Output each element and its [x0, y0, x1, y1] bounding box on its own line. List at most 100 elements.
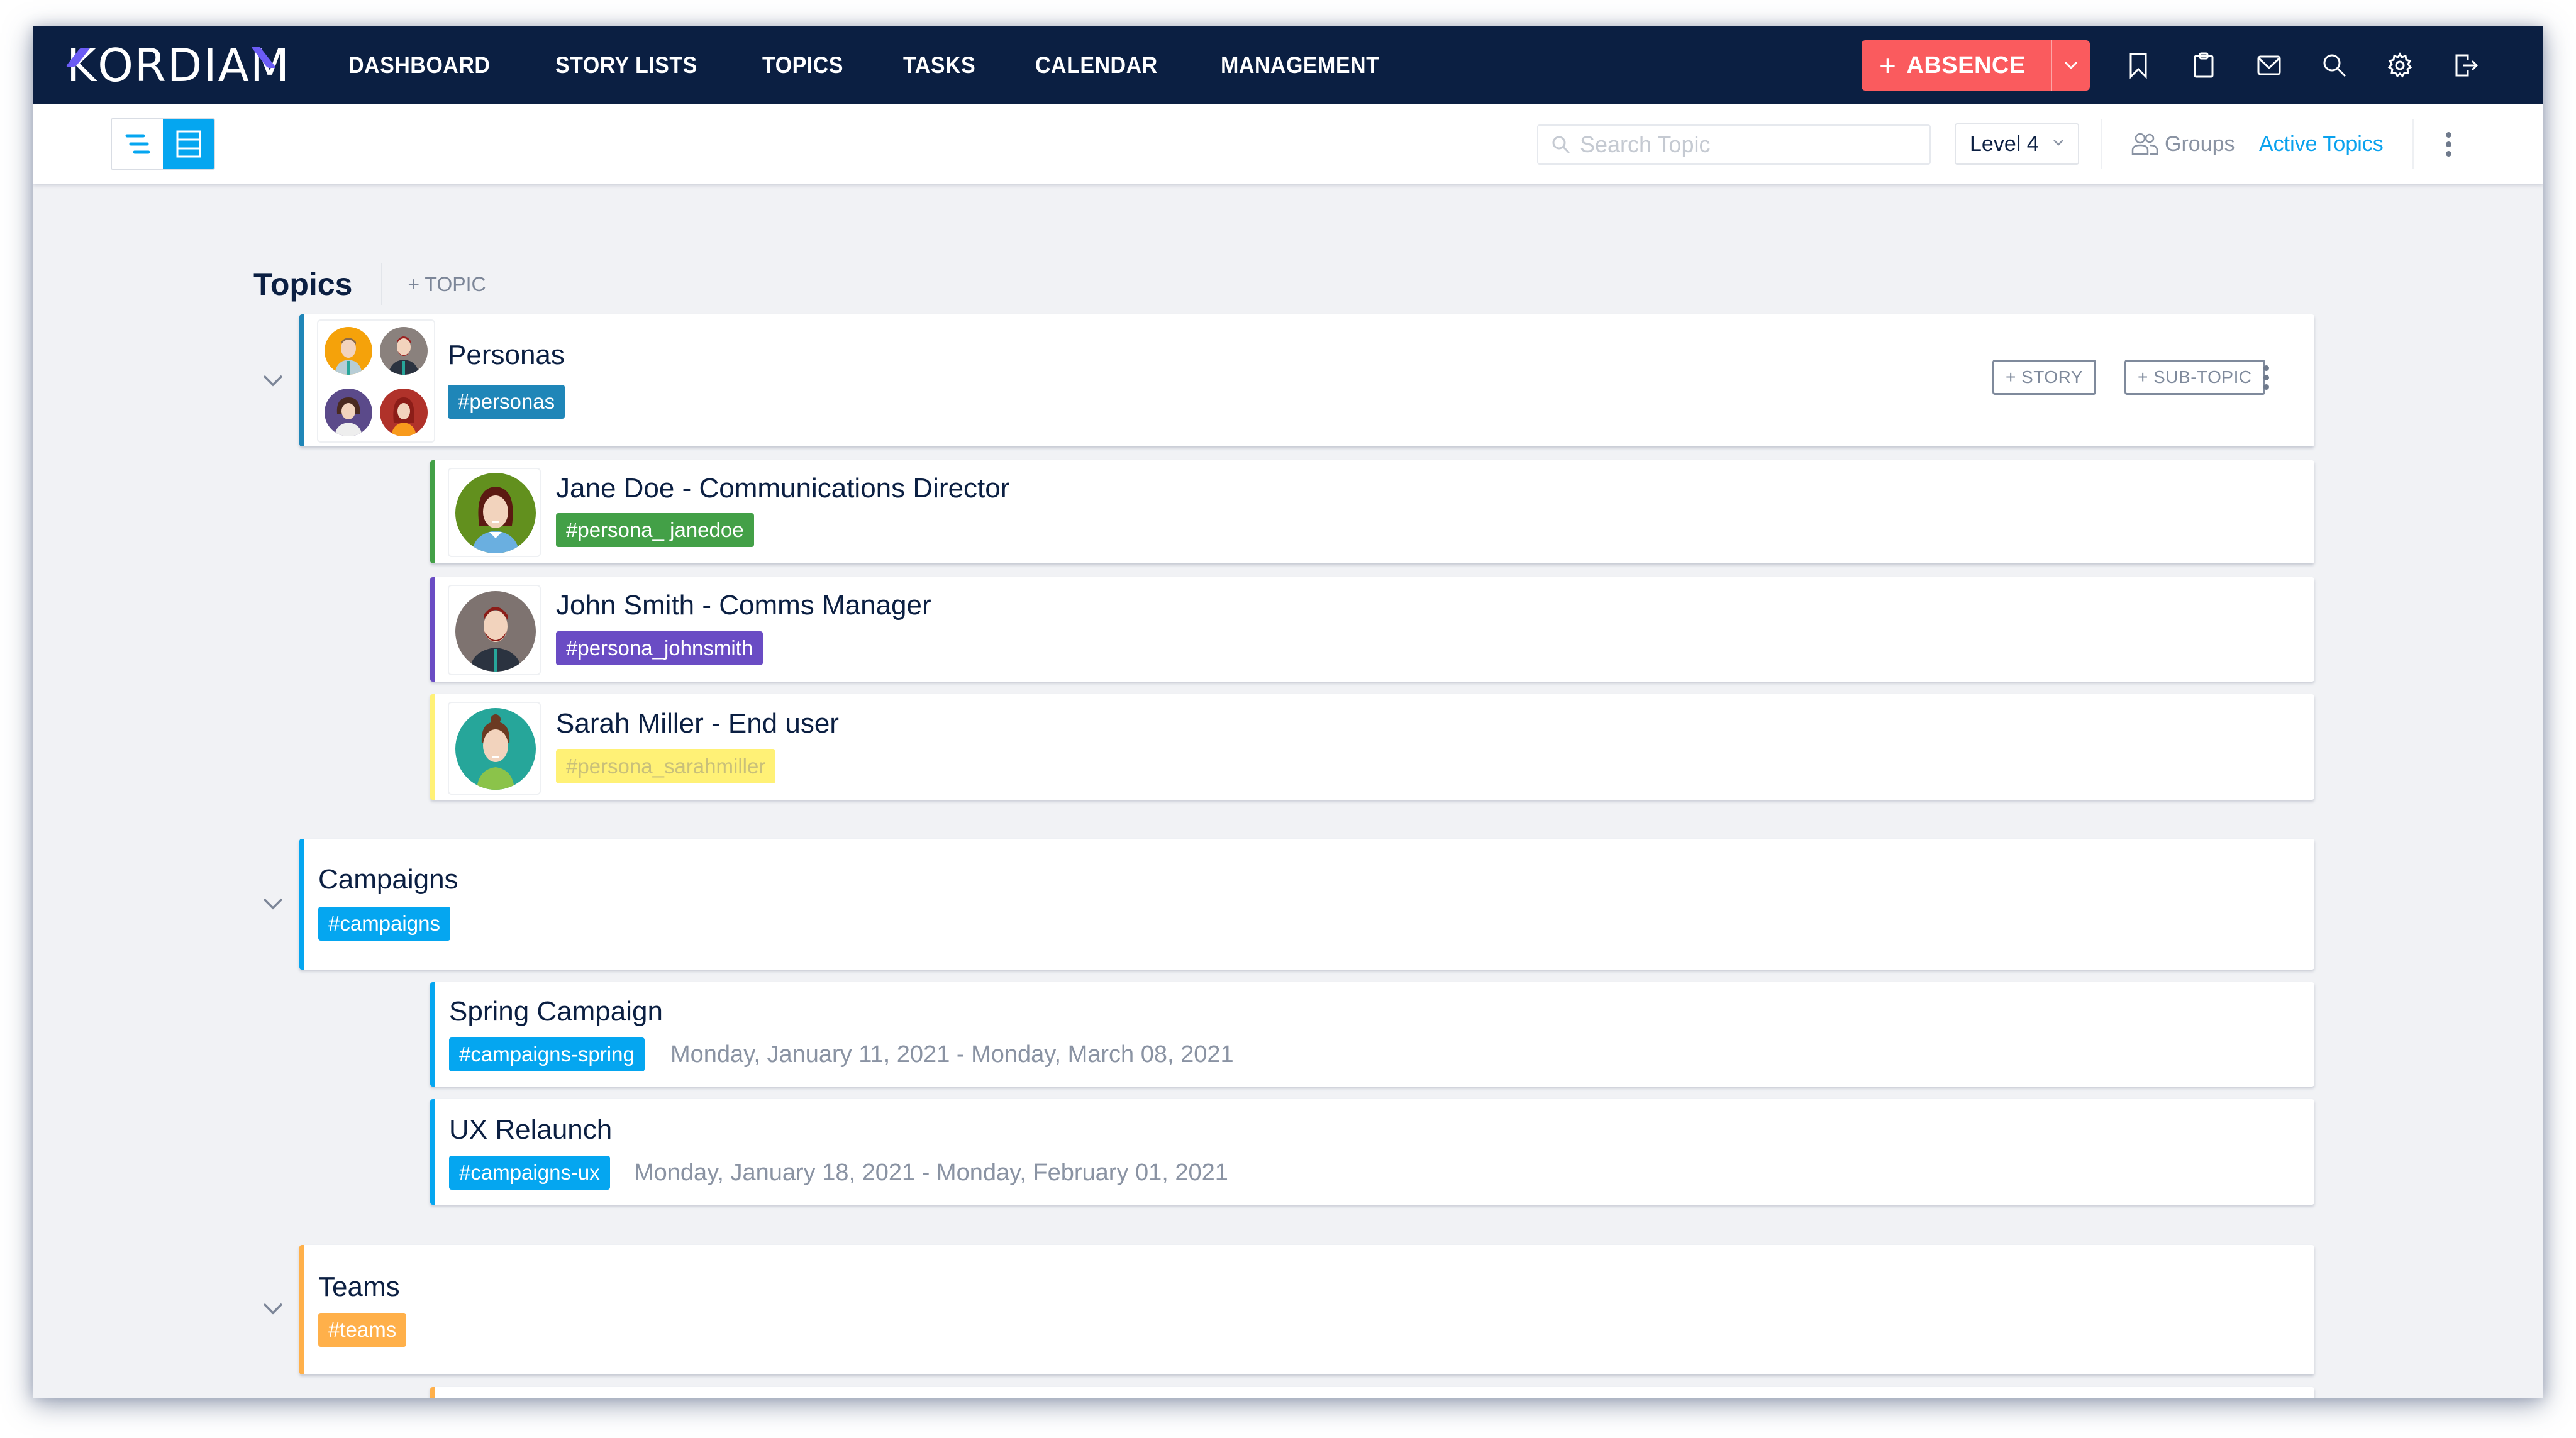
- logo-text-middle: ORDIA: [97, 39, 250, 92]
- add-subtopic-button[interactable]: + SUB-TOPIC: [2124, 360, 2265, 395]
- bookmark-icon: [2129, 53, 2147, 79]
- bookmark-button[interactable]: [2119, 47, 2157, 84]
- persona-avatar-grid: [317, 319, 435, 443]
- subtopic-title: Spring Campaign: [449, 996, 663, 1027]
- persona-avatar-frame: [448, 585, 541, 675]
- toolbar-divider: [2412, 119, 2414, 169]
- topic-card-campaigns[interactable]: Campaigns #campaigns: [299, 839, 2314, 970]
- mail-icon: [2257, 55, 2281, 75]
- logout-button[interactable]: [2446, 47, 2484, 84]
- subtopic-card-ux-relaunch[interactable]: UX Relaunch #campaigns-ux Monday, Januar…: [430, 1099, 2314, 1205]
- avatar: [325, 327, 372, 375]
- persona-avatar-frame: [448, 702, 541, 795]
- clipboard-icon: [2194, 52, 2214, 78]
- subtopic-card-spring-campaign[interactable]: Spring Campaign #campaigns-spring Monday…: [430, 982, 2314, 1087]
- kordiam-logo[interactable]: K ORDIA M: [67, 39, 291, 92]
- nav-story-lists[interactable]: STORY LISTS: [555, 52, 697, 79]
- avatar: [455, 708, 536, 790]
- subtopic-title: UX Relaunch: [449, 1114, 613, 1145]
- avatar: [455, 591, 536, 672]
- nav-dashboard[interactable]: DASHBOARD: [348, 52, 490, 79]
- logo-k-glyph: K: [67, 39, 98, 92]
- kebab-dot: [2263, 384, 2269, 390]
- subtopic-tag[interactable]: #persona_ janedoe: [556, 513, 754, 547]
- date-range: Monday, January 11, 2021 - Monday, March…: [670, 1041, 1234, 1068]
- subtopic-card-partial[interactable]: [430, 1387, 2314, 1398]
- person-woman-icon: [335, 397, 362, 436]
- avatar: [325, 389, 372, 436]
- search-button[interactable]: [2316, 47, 2353, 84]
- subtopic-card-john-smith[interactable]: John Smith - Comms Manager #persona_john…: [430, 577, 2314, 682]
- search-topic-field: [1537, 124, 1931, 165]
- main-nav: DASHBOARD STORY LISTS TOPICS TASKS CALEN…: [348, 26, 1446, 104]
- kebab-dot: [2445, 141, 2451, 147]
- gear-icon: [2387, 52, 2412, 78]
- add-story-button[interactable]: + STORY: [1992, 360, 2097, 395]
- mail-button[interactable]: [2250, 47, 2288, 84]
- topic-tag[interactable]: #campaigns: [318, 907, 450, 941]
- search-icon: [2323, 54, 2346, 77]
- avatar: [455, 473, 536, 553]
- collapse-chevron-icon[interactable]: [260, 894, 286, 913]
- topic-card-teams[interactable]: Teams #teams: [299, 1245, 2314, 1374]
- plus-icon: +: [1879, 49, 1897, 82]
- kebab-dot: [2445, 150, 2451, 157]
- clipboard-button[interactable]: [2185, 47, 2223, 84]
- subtopic-title: Jane Doe - Communications Director: [556, 473, 1010, 504]
- absence-dropdown-toggle[interactable]: [2050, 40, 2090, 91]
- tree-view-button[interactable]: [112, 119, 163, 169]
- nav-management[interactable]: MANAGEMENT: [1221, 52, 1379, 79]
- toolbar-more-menu[interactable]: [2439, 127, 2458, 161]
- subtopic-title: John Smith - Comms Manager: [556, 590, 931, 621]
- person-man-beard-icon: [389, 336, 419, 375]
- person-man-icon: [335, 338, 362, 375]
- absence-button-group: + ABSENCE: [1862, 40, 2090, 91]
- active-topics-link[interactable]: Active Topics: [2259, 128, 2384, 160]
- add-absence-button[interactable]: + ABSENCE: [1862, 40, 2051, 91]
- view-mode-toggle: [111, 118, 215, 170]
- subtopic-tag[interactable]: #persona_johnsmith: [556, 631, 763, 665]
- nav-calendar[interactable]: CALENDAR: [1035, 52, 1158, 79]
- search-icon: [1552, 136, 1570, 154]
- subtopic-card-jane-doe[interactable]: Jane Doe - Communications Director #pers…: [430, 460, 2314, 563]
- list-view-button[interactable]: [163, 119, 214, 169]
- subtopic-tag[interactable]: #campaigns-ux: [449, 1156, 610, 1190]
- person-woman-icon: [477, 714, 514, 790]
- level-select-value: Level 4: [1970, 131, 2039, 156]
- nav-topics[interactable]: TOPICS: [762, 52, 843, 79]
- page-header: Topics + TOPIC: [253, 259, 486, 309]
- collapse-chevron-icon[interactable]: [260, 1299, 286, 1318]
- topic-card-personas[interactable]: Personas #personas + STORY + SUB-TOPIC: [299, 314, 2314, 446]
- topic-title: Campaigns: [318, 864, 458, 895]
- topic-tag[interactable]: #personas: [448, 385, 565, 419]
- toolbar-divider: [2101, 119, 2102, 169]
- avatar: [380, 327, 428, 375]
- person-woman-icon: [391, 397, 416, 436]
- settings-button[interactable]: [2381, 47, 2419, 84]
- groups-label: Groups: [2165, 131, 2235, 156]
- subtopic-card-sarah-miller[interactable]: Sarah Miller - End user #persona_sarahmi…: [430, 694, 2314, 800]
- topic-tag[interactable]: #teams: [318, 1313, 407, 1347]
- logo-m-glyph: M: [250, 39, 291, 92]
- search-topic-input[interactable]: [1580, 131, 1919, 158]
- nav-tasks[interactable]: TASKS: [903, 52, 975, 79]
- topic-more-menu[interactable]: [2257, 360, 2275, 395]
- subtopic-title: Sarah Miller - End user: [556, 708, 839, 739]
- groups-link[interactable]: Groups: [2131, 128, 2235, 160]
- date-range: Monday, January 18, 2021 - Monday, Febru…: [634, 1159, 1228, 1186]
- add-topic-button[interactable]: + TOPIC: [408, 273, 486, 296]
- header-divider: [381, 263, 383, 305]
- page-title: Topics: [253, 267, 353, 302]
- persona-avatar-frame: [448, 468, 541, 557]
- top-navbar: K ORDIA M DASHBOARD STORY LISTS TOPICS TAS…: [33, 26, 2543, 104]
- kebab-dot: [2263, 374, 2269, 380]
- subtopic-tag[interactable]: #campaigns-spring: [449, 1037, 645, 1071]
- level-select[interactable]: Level 4: [1955, 123, 2079, 165]
- tree-view-icon: [125, 134, 150, 154]
- topic-title: Personas: [448, 340, 565, 370]
- person-man-beard-icon: [469, 607, 522, 672]
- topics-toolbar: Level 4 Groups Active Topics: [33, 104, 2543, 184]
- users-icon: [2131, 133, 2158, 155]
- subtopic-tag[interactable]: #persona_sarahmiller: [556, 749, 776, 783]
- collapse-chevron-icon[interactable]: [260, 371, 286, 390]
